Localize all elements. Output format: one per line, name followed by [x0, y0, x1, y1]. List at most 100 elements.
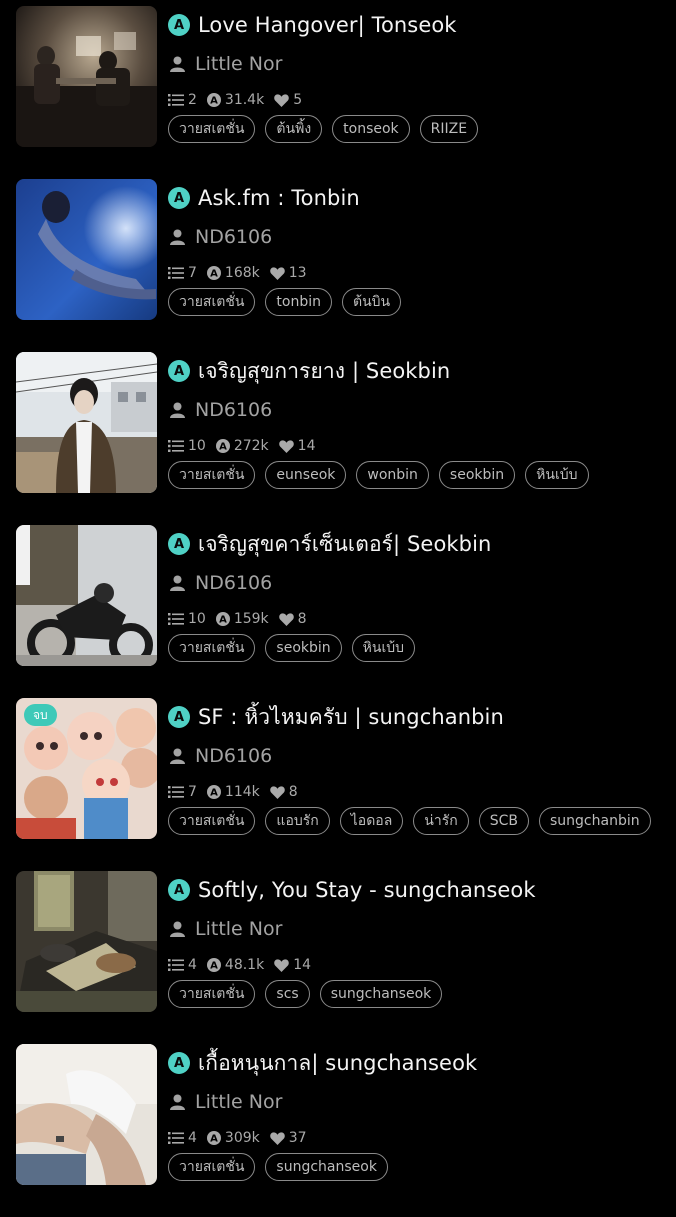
tag-chip[interactable]: SCB [478, 807, 529, 835]
story-item[interactable]: A เจริญสุขคาร์เซ็นเตอร์| Seokbin ND6106 … [0, 525, 676, 698]
story-author[interactable]: ND6106 [195, 745, 272, 767]
tag-chip[interactable]: แอบรัก [265, 807, 330, 835]
story-title[interactable]: เจริญสุขคาร์เซ็นเตอร์| Seokbin [198, 528, 491, 561]
story-cover[interactable] [16, 525, 157, 666]
tag-chip[interactable]: ไอดอล [339, 807, 404, 835]
likes-count: 14 [297, 438, 316, 454]
cover-image-restaurant [16, 6, 157, 147]
tag-chip[interactable]: วายสเตชั่น [168, 461, 256, 489]
tag-chip[interactable]: seokbin [438, 461, 516, 489]
author-row[interactable]: Little Nor [168, 913, 676, 945]
story-cover[interactable] [16, 6, 157, 147]
story-cover[interactable] [16, 1044, 157, 1185]
tag-chip[interactable]: วายสเตชั่น [168, 115, 256, 143]
tag-chip[interactable]: หินเบ้บ [351, 634, 416, 662]
tag-chip[interactable]: sungchanseok [265, 1153, 388, 1181]
title-row[interactable]: A SF : หิ้วไหมครับ | sungchanbin [168, 698, 676, 736]
author-row[interactable]: Little Nor [168, 48, 676, 80]
story-author[interactable]: Little Nor [195, 53, 282, 75]
tag-chip[interactable]: RIIZE [419, 115, 479, 143]
likes-stat: 8 [278, 611, 307, 627]
story-item[interactable]: A Love Hangover| Tonseok Little Nor 2 A … [0, 6, 676, 179]
reads-icon: A [215, 612, 230, 626]
tag-chip[interactable]: scs [265, 980, 310, 1008]
story-title[interactable]: Softly, You Stay - sungchanseok [198, 878, 536, 902]
story-title[interactable]: SF : หิ้วไหมครับ | sungchanbin [198, 701, 504, 734]
tag-chip[interactable]: วายสเตชั่น [168, 807, 256, 835]
title-row[interactable]: A เกื้อหนุนกาล| sungchanseok [168, 1044, 676, 1082]
tag-chip[interactable]: tonbin [265, 288, 332, 316]
tag-chip[interactable]: ต้นบิน [342, 288, 402, 316]
stats-row: 10 A 159k 8 [168, 608, 676, 630]
reads-count: 159k [233, 611, 269, 627]
story-item[interactable]: A Softly, You Stay - sungchanseok Little… [0, 871, 676, 1044]
author-row[interactable]: ND6106 [168, 394, 676, 426]
story-author[interactable]: ND6106 [195, 399, 272, 421]
title-row[interactable]: A Softly, You Stay - sungchanseok [168, 871, 676, 909]
reads-count: 31.4k [224, 92, 265, 108]
author-row[interactable]: ND6106 [168, 221, 676, 253]
tag-chip[interactable]: วายสเตชั่น [168, 980, 256, 1008]
heart-icon [269, 1131, 285, 1145]
story-item[interactable]: A เกื้อหนุนกาล| sungchanseok Little Nor … [0, 1044, 676, 1217]
author-row[interactable]: ND6106 [168, 740, 676, 772]
completed-badge: จบ [24, 704, 57, 726]
title-row[interactable]: A Love Hangover| Tonseok [168, 6, 676, 44]
likes-count: 8 [288, 784, 298, 800]
reads-stat: A 48.1k [206, 957, 264, 973]
heart-icon [274, 93, 289, 107]
story-author[interactable]: ND6106 [195, 226, 272, 248]
story-title[interactable]: เกื้อหนุนกาล| sungchanseok [198, 1047, 477, 1080]
tag-chip[interactable]: wonbin [356, 461, 429, 489]
tag-chip[interactable]: วายสเตชั่น [168, 288, 256, 316]
a-badge-icon: A [168, 14, 190, 36]
a-badge-icon: A [168, 1052, 190, 1074]
heart-icon [269, 785, 285, 799]
author-row[interactable]: Little Nor [168, 1086, 676, 1118]
tag-chip[interactable]: วายสเตชั่น [168, 1153, 256, 1181]
tag-chip[interactable]: น่ารัก [413, 807, 469, 835]
story-item[interactable]: A Ask.fm : Tonbin ND6106 7 A 168k 13 วาย… [0, 179, 676, 352]
reads-stat: A 272k [215, 438, 269, 454]
story-title[interactable]: เจริญสุขการยาง | Seokbin [198, 355, 450, 388]
title-row[interactable]: A เจริญสุขคาร์เซ็นเตอร์| Seokbin [168, 525, 676, 563]
tag-chip[interactable]: วายสเตชั่น [168, 634, 256, 662]
story-cover[interactable] [16, 179, 157, 320]
tag-chip[interactable]: eunseok [265, 461, 347, 489]
story-info: A เกื้อหนุนกาล| sungchanseok Little Nor … [168, 1044, 676, 1181]
tag-chip[interactable]: ต้นพิ้ง [265, 115, 323, 143]
story-author[interactable]: Little Nor [195, 918, 282, 940]
tag-chip[interactable]: sungchanbin [539, 807, 651, 835]
tag-chip[interactable]: tonseok [332, 115, 410, 143]
likes-count: 14 [293, 957, 312, 973]
tags-row: วายสเตชั่น sungchanseok [168, 1153, 676, 1181]
tag-chip[interactable]: หินเบ้บ [525, 461, 589, 489]
likes-count: 5 [293, 92, 303, 108]
story-author[interactable]: ND6106 [195, 572, 272, 594]
person-icon [168, 1093, 186, 1111]
tags-row: วายสเตชั่น tonbin ต้นบิน [168, 288, 676, 316]
story-info: A เจริญสุขการยาง | Seokbin ND6106 10 A 2… [168, 352, 676, 489]
title-row[interactable]: A Ask.fm : Tonbin [168, 179, 676, 217]
reads-icon: A [206, 266, 221, 280]
tag-chip[interactable]: seokbin [265, 634, 342, 662]
tags-row: วายสเตชั่น eunseok wonbin seokbin หินเบ้… [168, 461, 676, 489]
story-info: A Softly, You Stay - sungchanseok Little… [168, 871, 676, 1008]
reads-icon: A [206, 1131, 221, 1145]
story-cover[interactable]: จบ [16, 698, 157, 839]
author-row[interactable]: ND6106 [168, 567, 676, 599]
person-icon [168, 55, 186, 73]
tag-chip[interactable]: sungchanseok [319, 980, 443, 1008]
story-title[interactable]: Love Hangover| Tonseok [198, 13, 457, 37]
story-title[interactable]: Ask.fm : Tonbin [198, 186, 360, 210]
story-item[interactable]: จบ A SF : หิ้วไหมครับ | sungchanbin ND61… [0, 698, 676, 871]
title-row[interactable]: A เจริญสุขการยาง | Seokbin [168, 352, 676, 390]
story-item[interactable]: A เจริญสุขการยาง | Seokbin ND6106 10 A 2… [0, 352, 676, 525]
a-badge-icon: A [168, 360, 190, 382]
story-author[interactable]: Little Nor [195, 1091, 282, 1113]
reads-icon: A [215, 439, 230, 453]
chapters-stat: 2 [168, 92, 197, 108]
story-cover[interactable] [16, 352, 157, 493]
story-cover[interactable] [16, 871, 157, 1012]
reads-count: 168k [224, 265, 260, 281]
